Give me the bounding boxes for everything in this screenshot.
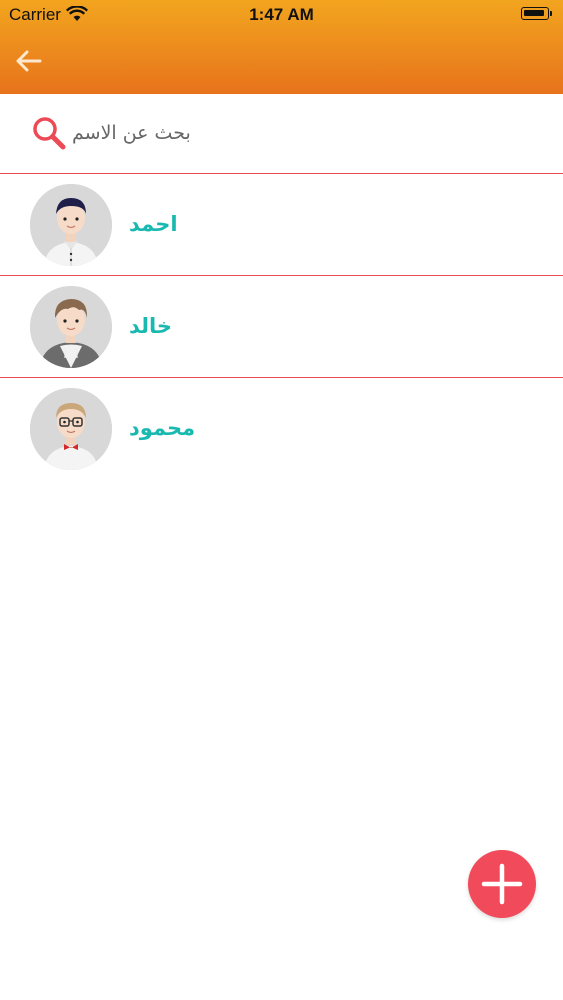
contact-name: خالد: [129, 314, 173, 338]
contact-name: احمد: [129, 212, 178, 236]
battery-icon: [521, 7, 552, 20]
contact-name: محمود: [129, 416, 196, 440]
search-input[interactable]: [72, 118, 472, 148]
contact-row[interactable]: احمد: [0, 174, 563, 276]
arrow-left-icon: [16, 50, 42, 72]
app-header: Carrier 1:47 AM: [0, 0, 563, 94]
avatar: [30, 388, 112, 470]
avatar: [30, 184, 112, 266]
contact-row[interactable]: محمود: [0, 378, 563, 480]
status-bar: Carrier 1:47 AM: [0, 0, 563, 30]
status-time: 1:47 AM: [249, 5, 314, 24]
avatar: [30, 286, 112, 368]
search-bar: [0, 94, 563, 174]
back-button[interactable]: [12, 44, 46, 78]
contact-row[interactable]: خالد: [0, 276, 563, 378]
add-contact-button[interactable]: [468, 850, 536, 918]
plus-icon: [481, 863, 523, 905]
search-icon[interactable]: [31, 116, 67, 150]
